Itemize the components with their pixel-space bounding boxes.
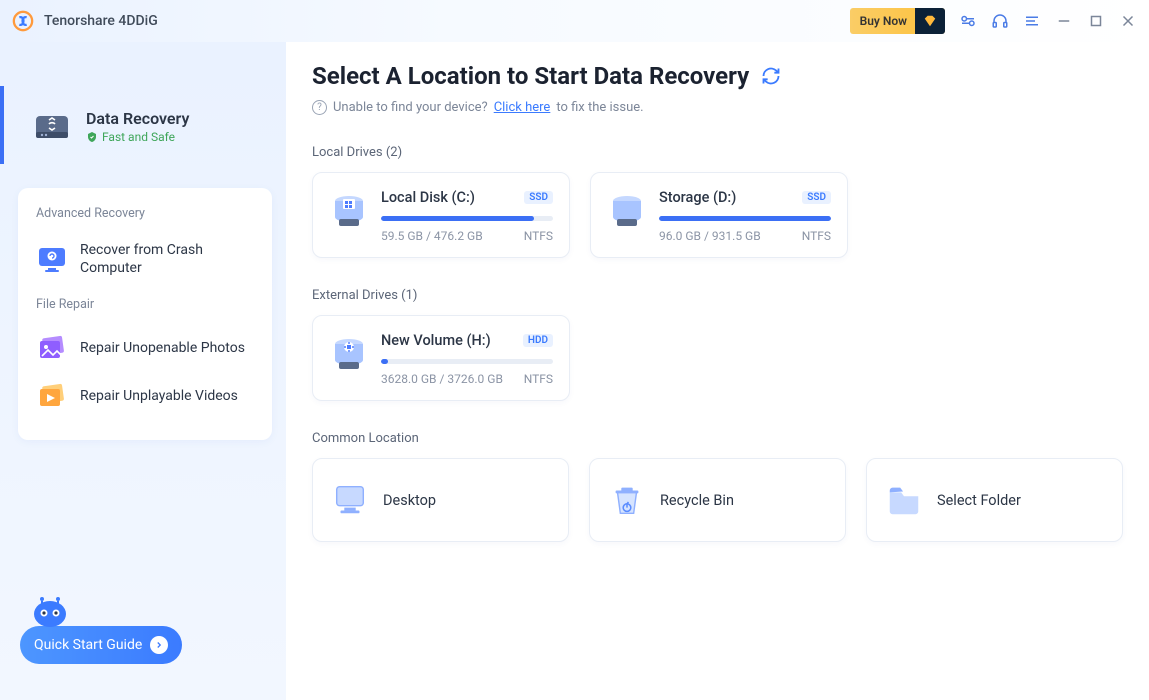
hint-post: to fix the issue. xyxy=(556,100,643,115)
page-title: Select A Location to Start Data Recovery xyxy=(312,62,749,90)
drive-usage-bar xyxy=(381,216,553,221)
sidebar-item-crash-recovery[interactable]: Recover from Crash Computer xyxy=(32,233,258,285)
drive-icon xyxy=(329,334,369,374)
location-card[interactable]: Recycle Bin xyxy=(589,458,846,542)
location-icon xyxy=(608,481,646,519)
headset-icon[interactable] xyxy=(991,12,1009,30)
location-icon xyxy=(331,481,369,519)
minimize-icon[interactable] xyxy=(1055,12,1073,30)
section-external-drives: External Drives (1) xyxy=(312,288,1123,303)
buy-now-button[interactable]: Buy Now xyxy=(850,8,945,34)
app-logo-icon xyxy=(12,10,34,32)
drive-usage-text: 96.0 GB / 931.5 GB xyxy=(659,229,761,243)
drive-name: Local Disk (C:) xyxy=(381,189,475,206)
sidebar-item-label: Repair Unopenable Photos xyxy=(80,339,245,357)
main-content: Select A Location to Start Data Recovery… xyxy=(286,42,1149,700)
close-icon[interactable] xyxy=(1119,12,1137,30)
sidebar-heading-advanced: Advanced Recovery xyxy=(32,206,258,221)
location-icon xyxy=(885,481,923,519)
drive-tag: HDD xyxy=(523,334,553,347)
sidebar-heading-file-repair: File Repair xyxy=(32,297,258,312)
drive-name: New Volume (H:) xyxy=(381,332,491,349)
diamond-icon xyxy=(915,8,945,34)
drive-usage-bar xyxy=(381,359,553,364)
tool-icon[interactable] xyxy=(959,12,977,30)
question-icon: ? xyxy=(312,100,327,115)
drive-usage-text: 59.5 GB / 476.2 GB xyxy=(381,229,483,243)
sidebar-item-data-recovery[interactable]: Data Recovery Fast and Safe xyxy=(0,86,286,164)
titlebar: Tenorshare 4DDiG Buy Now xyxy=(0,0,1149,42)
sidebar-primary-subtitle: Fast and Safe xyxy=(86,130,189,144)
sidebar-item-label: Recover from Crash Computer xyxy=(80,241,254,277)
arrow-right-icon xyxy=(150,636,168,654)
menu-icon[interactable] xyxy=(1023,12,1041,30)
location-card[interactable]: Desktop xyxy=(312,458,569,542)
sidebar-item-repair-photos[interactable]: Repair Unopenable Photos xyxy=(32,324,258,372)
drive-card[interactable]: Storage (D:) SSD 96.0 GB / 931.5 GB NTFS xyxy=(590,172,848,258)
bot-icon xyxy=(28,592,72,632)
drive-name: Storage (D:) xyxy=(659,189,736,206)
photo-repair-icon xyxy=(36,332,68,364)
sidebar-item-repair-videos[interactable]: Repair Unplayable Videos xyxy=(32,372,258,420)
drive-icon xyxy=(329,191,369,231)
monitor-recovery-icon xyxy=(36,243,68,275)
drive-fs: NTFS xyxy=(524,229,553,243)
hint-pre: Unable to find your device? xyxy=(333,100,488,115)
hint-link[interactable]: Click here xyxy=(494,100,551,115)
quick-start-label: Quick Start Guide xyxy=(34,637,142,653)
buy-now-label: Buy Now xyxy=(860,14,907,28)
drive-card[interactable]: Local Disk (C:) SSD 59.5 GB / 476.2 GB N… xyxy=(312,172,570,258)
refresh-icon[interactable] xyxy=(761,66,781,86)
maximize-icon[interactable] xyxy=(1087,12,1105,30)
drive-fs: NTFS xyxy=(524,372,553,386)
location-label: Select Folder xyxy=(937,492,1021,509)
sidebar-item-label: Repair Unplayable Videos xyxy=(80,387,238,405)
section-common-location: Common Location xyxy=(312,431,1123,446)
location-label: Desktop xyxy=(383,492,436,509)
hdd-recovery-icon xyxy=(32,106,72,146)
drive-fs: NTFS xyxy=(802,229,831,243)
drive-usage-bar xyxy=(659,216,831,221)
sidebar-primary-title: Data Recovery xyxy=(86,109,189,128)
drive-icon xyxy=(607,191,647,231)
section-local-drives: Local Drives (2) xyxy=(312,145,1123,160)
drive-tag: SSD xyxy=(524,191,553,204)
video-repair-icon xyxy=(36,380,68,412)
location-card[interactable]: Select Folder xyxy=(866,458,1123,542)
drive-card[interactable]: New Volume (H:) HDD 3628.0 GB / 3726.0 G… xyxy=(312,315,570,401)
drive-tag: SSD xyxy=(802,191,831,204)
sidebar-card: Advanced Recovery Recover from Crash Com… xyxy=(18,188,272,440)
location-label: Recycle Bin xyxy=(660,492,734,509)
drive-usage-text: 3628.0 GB / 3726.0 GB xyxy=(381,372,503,386)
app-title: Tenorshare 4DDiG xyxy=(44,13,158,29)
hint-row: ? Unable to find your device? Click here… xyxy=(312,100,1123,115)
sidebar: Data Recovery Fast and Safe Advanced Rec… xyxy=(0,42,286,700)
